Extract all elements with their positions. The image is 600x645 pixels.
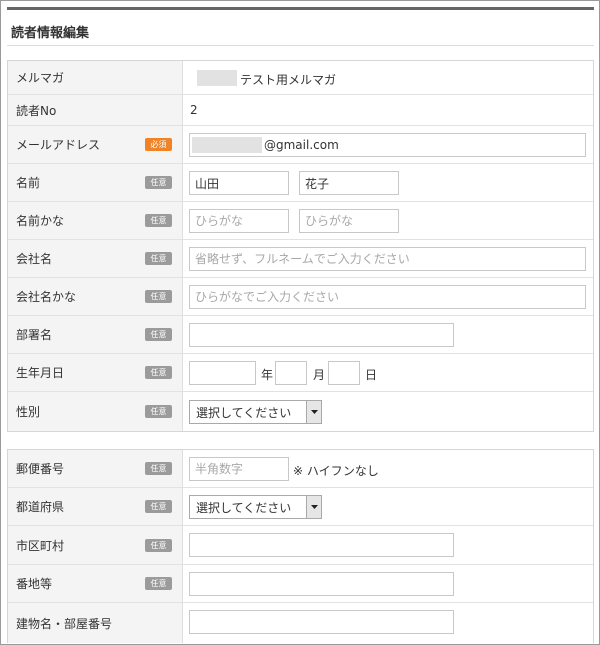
last-name-kana-input[interactable] — [189, 209, 289, 233]
reader-no-value: 2 — [190, 103, 198, 117]
row-magazine: メルマガ テスト用メルマガ — [8, 61, 593, 95]
name-kana-label: 名前かな — [16, 214, 65, 228]
page-title: 読者情報編集 — [11, 26, 90, 41]
year-unit: 年 — [261, 368, 274, 382]
birth-month-input[interactable] — [275, 361, 307, 385]
month-unit: 月 — [313, 368, 326, 382]
postal-code-input[interactable] — [189, 457, 289, 481]
row-address: 番地等 任意 — [8, 565, 593, 603]
gender-select[interactable]: 選択してください — [189, 400, 322, 424]
email-value: @gmail.com — [264, 138, 339, 152]
row-reader-no: 読者No 2 — [8, 95, 593, 126]
address-label: 番地等 — [16, 577, 53, 591]
city-input[interactable] — [189, 533, 454, 557]
address-input[interactable] — [189, 572, 454, 596]
optional-badge: 任意 — [145, 214, 172, 227]
row-birthdate: 生年月日 任意 年 月 日 — [8, 354, 593, 392]
gender-label: 性別 — [16, 405, 41, 419]
department-label: 部署名 — [16, 328, 53, 342]
row-department: 部署名 任意 — [8, 316, 593, 354]
day-unit: 日 — [365, 368, 378, 382]
optional-badge: 任意 — [145, 290, 172, 303]
optional-badge: 任意 — [145, 500, 172, 513]
prefecture-select[interactable]: 選択してください — [189, 495, 322, 519]
company-label: 会社名 — [16, 252, 53, 266]
birth-day-input[interactable] — [328, 361, 360, 385]
gender-selected-value: 選択してください — [196, 405, 292, 420]
optional-badge: 任意 — [145, 366, 172, 379]
title-divider — [7, 45, 594, 46]
top-accent-bar — [7, 7, 594, 10]
reader-no-label: 読者No — [16, 103, 57, 118]
optional-badge: 任意 — [145, 252, 172, 265]
row-postal-code: 郵便番号 任意 ※ ハイフンなし — [8, 450, 593, 488]
chevron-down-icon[interactable] — [306, 401, 321, 423]
first-name-kana-input[interactable] — [299, 209, 399, 233]
optional-badge: 任意 — [145, 176, 172, 189]
company-input[interactable] — [189, 247, 586, 271]
chevron-down-icon[interactable] — [306, 496, 321, 518]
optional-badge: 任意 — [145, 538, 172, 552]
row-name-kana: 名前かな 任意 — [8, 202, 593, 240]
birthdate-label: 生年月日 — [16, 366, 65, 380]
magazine-value: テスト用メルマガ — [240, 73, 337, 87]
building-input[interactable] — [189, 610, 454, 634]
edit-reader-panel: 読者情報編集 メルマガ テスト用メルマガ 読者No 2 メールアドレス 必須 @… — [0, 0, 600, 645]
reader-info-section: メルマガ テスト用メルマガ 読者No 2 メールアドレス 必須 @gmail.c… — [7, 60, 594, 432]
optional-badge: 任意 — [145, 577, 172, 590]
prefecture-label: 都道府県 — [16, 500, 65, 514]
row-building: 建物名・部屋番号 — [8, 603, 593, 643]
row-email: メールアドレス 必須 @gmail.com — [8, 126, 593, 164]
postal-code-note: ※ ハイフンなし — [293, 464, 379, 478]
name-label: 名前 — [16, 176, 41, 190]
last-name-input[interactable] — [189, 171, 289, 195]
address-section: 郵便番号 任意 ※ ハイフンなし 都道府県 任意 選択してください 市区町村 任… — [7, 449, 594, 643]
prefecture-selected-value: 選択してください — [196, 500, 292, 515]
redacted-block — [192, 137, 262, 153]
row-company: 会社名 任意 — [8, 240, 593, 278]
first-name-input[interactable] — [299, 171, 399, 195]
redacted-block — [197, 70, 237, 86]
row-prefecture: 都道府県 任意 選択してください — [8, 488, 593, 526]
magazine-label: メルマガ — [16, 71, 65, 85]
building-label: 建物名・部屋番号 — [16, 616, 113, 631]
email-label: メールアドレス — [16, 138, 101, 152]
row-company-kana: 会社名かな 任意 — [8, 278, 593, 316]
postal-code-label: 郵便番号 — [16, 462, 65, 476]
birth-year-input[interactable] — [189, 361, 256, 385]
city-label: 市区町村 — [16, 538, 65, 553]
row-city: 市区町村 任意 — [8, 526, 593, 565]
company-kana-label: 会社名かな — [16, 290, 77, 304]
required-badge: 必須 — [145, 138, 172, 151]
optional-badge: 任意 — [145, 462, 172, 475]
row-gender: 性別 任意 選択してください — [8, 392, 593, 431]
row-name: 名前 任意 — [8, 164, 593, 202]
optional-badge: 任意 — [145, 328, 172, 341]
company-kana-input[interactable] — [189, 285, 586, 309]
optional-badge: 任意 — [145, 405, 172, 418]
department-input[interactable] — [189, 323, 454, 347]
